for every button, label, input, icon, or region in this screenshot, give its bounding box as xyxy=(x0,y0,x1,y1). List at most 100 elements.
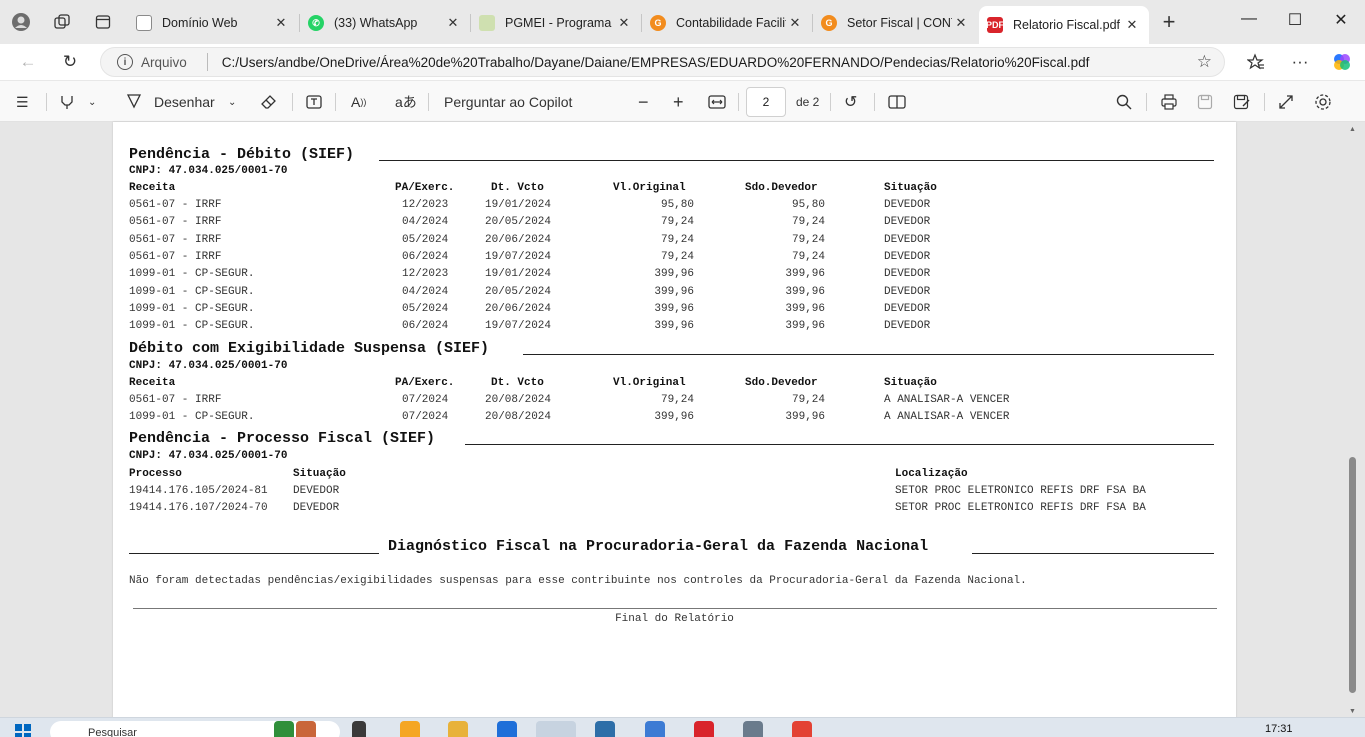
cell-situacao: DEVEDOR xyxy=(293,485,340,497)
tab-pgmei[interactable]: PGMEI - Programa G ✕ xyxy=(471,8,641,38)
maximize-button[interactable]: ☐ xyxy=(1280,10,1310,30)
cell-dt-vcto: 20/08/2024 xyxy=(485,411,552,424)
info-icon[interactable]: i xyxy=(117,54,133,70)
cell-dt-vcto: 20/06/2024 xyxy=(485,302,552,315)
minimize-button[interactable]: — xyxy=(1234,10,1264,28)
edge-taskbar-button[interactable] xyxy=(536,721,576,737)
eraser-icon[interactable] xyxy=(260,91,278,113)
store-icon[interactable] xyxy=(645,721,665,737)
close-icon[interactable]: ✕ xyxy=(615,15,633,31)
ask-copilot-button[interactable]: Perguntar ao Copilot xyxy=(444,91,572,113)
contents-list-icon[interactable]: ☰ xyxy=(16,91,29,113)
settings-gear-icon[interactable] xyxy=(1314,91,1332,113)
search-icon[interactable] xyxy=(1116,91,1132,113)
cell-localizacao: SETOR PROC ELETRONICO REFIS DRF FSA BA xyxy=(895,502,1146,515)
draw-button[interactable]: Desenhar xyxy=(126,91,215,113)
cell-dt-vcto: 20/05/2024 xyxy=(485,285,552,298)
read-aloud-icon[interactable]: A)) xyxy=(351,91,366,113)
copilot-icon[interactable] xyxy=(1330,50,1354,74)
favorite-star-icon[interactable]: ☆ xyxy=(1197,52,1212,72)
cell-vl-original: 79,24 xyxy=(660,394,694,406)
fit-to-width-icon[interactable] xyxy=(708,91,726,113)
new-tab-button[interactable]: + xyxy=(1159,9,1179,34)
col-header-sdo-devedor: Sdo.Devedor xyxy=(745,182,818,194)
fullscreen-icon[interactable] xyxy=(1278,91,1294,113)
cell-situacao: DEVEDOR xyxy=(884,199,931,211)
translate-icon[interactable]: aあ xyxy=(395,91,417,113)
page-number-input[interactable]: 2 xyxy=(746,87,786,117)
zoom-in-icon[interactable]: + xyxy=(673,91,684,113)
cell-pa-exerc: 04/2024 xyxy=(402,285,449,298)
save-as-icon[interactable] xyxy=(1233,91,1251,113)
tab-contabilidade[interactable]: G Contabilidade Facilit ✕ xyxy=(642,8,812,38)
mail-icon[interactable] xyxy=(497,721,517,737)
refresh-icon[interactable]: ↻ xyxy=(58,50,82,74)
tab-whatsapp[interactable]: ✆ (33) WhatsApp ✕ xyxy=(300,8,470,38)
windows-start-icon[interactable] xyxy=(14,723,32,737)
chrome-icon[interactable] xyxy=(792,721,812,737)
col-header-sdo-devedor: Sdo.Devedor xyxy=(745,377,818,389)
cell-situacao: DEVEDOR xyxy=(884,320,931,333)
close-icon[interactable]: ✕ xyxy=(272,15,290,31)
scroll-thumb[interactable] xyxy=(1349,457,1356,693)
save-icon[interactable] xyxy=(1197,91,1213,113)
scroll-down-icon[interactable]: ▼ xyxy=(1349,708,1356,715)
cell-sdo-devedor: 79,24 xyxy=(791,394,825,406)
cell-situacao: DEVEDOR xyxy=(884,216,931,229)
tab-actions-icon[interactable] xyxy=(93,12,113,32)
print-icon[interactable] xyxy=(1160,91,1178,113)
opera-icon[interactable] xyxy=(694,721,714,737)
scheme-label: Arquivo xyxy=(141,54,187,70)
close-window-button[interactable]: ✕ xyxy=(1326,10,1356,30)
tab-relatorio-fiscal[interactable]: PDF Relatorio Fiscal.pdf ✕ xyxy=(979,6,1149,44)
pdf-page: Pendência - Débito (SIEF) CNPJ: 47.034.0… xyxy=(113,122,1236,722)
file-explorer-icon[interactable] xyxy=(448,721,468,737)
page-view-icon[interactable] xyxy=(888,91,906,113)
tab-title: PGMEI - Programa G xyxy=(505,16,615,30)
section-title-processo-fiscal: Pendência - Processo Fiscal (SIEF) xyxy=(129,430,436,447)
section-rule xyxy=(523,354,1214,355)
text-box-icon[interactable] xyxy=(305,91,323,113)
cell-processo: 19414.176.107/2024-70 xyxy=(129,502,268,515)
divider xyxy=(292,93,293,111)
close-icon[interactable]: ✕ xyxy=(1123,17,1141,33)
cell-dt-vcto: 20/05/2024 xyxy=(485,216,552,229)
tab-setor-fiscal[interactable]: G Setor Fiscal | CONTA ✕ xyxy=(813,8,978,38)
highlight-icon[interactable] xyxy=(58,91,76,113)
pdf-toolbar: ☰ ⌄ Desenhar ⌄ A)) aあ Perguntar ao Copil… xyxy=(0,80,1365,122)
chevron-down-icon[interactable]: ⌄ xyxy=(228,91,236,113)
favorites-icon[interactable] xyxy=(1244,50,1268,74)
col-header-situacao: Situação xyxy=(884,182,937,194)
app-icon[interactable] xyxy=(743,721,763,737)
cell-receita: 0561-07 - IRRF xyxy=(129,394,222,406)
tab-title: Contabilidade Facilit xyxy=(676,16,786,30)
workspaces-icon[interactable] xyxy=(52,12,72,32)
scroll-up-icon[interactable]: ▲ xyxy=(1349,126,1356,133)
chevron-down-icon[interactable]: ⌄ xyxy=(88,91,96,113)
close-icon[interactable]: ✕ xyxy=(444,15,462,31)
app-icon[interactable] xyxy=(595,721,615,737)
cell-vl-original: 79,24 xyxy=(660,250,694,263)
back-arrow-icon[interactable]: ← xyxy=(16,50,40,74)
task-view-icon[interactable] xyxy=(352,721,366,737)
cell-receita: 1099-01 - CP-SEGUR. xyxy=(129,302,255,315)
url-text[interactable]: C:/Users/andbe/OneDrive/Área%20de%20Trab… xyxy=(222,55,1090,70)
cell-processo: 19414.176.105/2024-81 xyxy=(129,485,268,497)
cell-situacao: DEVEDOR xyxy=(884,302,931,315)
profile-avatar-icon[interactable] xyxy=(11,12,31,32)
close-icon[interactable]: ✕ xyxy=(952,15,970,31)
address-bar[interactable]: i Arquivo C:/Users/andbe/OneDrive/Área%2… xyxy=(100,47,1225,77)
rotate-icon[interactable]: ↺ xyxy=(844,91,857,113)
address-row: ← ↻ i Arquivo C:/Users/andbe/OneDrive/Ár… xyxy=(0,44,1365,80)
divider xyxy=(206,53,208,71)
widgets-icon[interactable] xyxy=(400,721,420,737)
cell-receita: 0561-07 - IRRF xyxy=(129,250,222,263)
more-options-icon[interactable]: ··· xyxy=(1288,50,1312,74)
col-header-vl-original: Vl.Original xyxy=(613,377,686,389)
zoom-out-icon[interactable]: − xyxy=(638,91,649,113)
vertical-scrollbar[interactable]: ▲ ▼ xyxy=(1348,122,1358,717)
pdf-viewport[interactable]: Pendência - Débito (SIEF) CNPJ: 47.034.0… xyxy=(0,122,1365,722)
cell-situacao: DEVEDOR xyxy=(884,285,931,298)
close-icon[interactable]: ✕ xyxy=(786,15,804,31)
tab-dominio-web[interactable]: Domínio Web ✕ xyxy=(128,8,298,38)
